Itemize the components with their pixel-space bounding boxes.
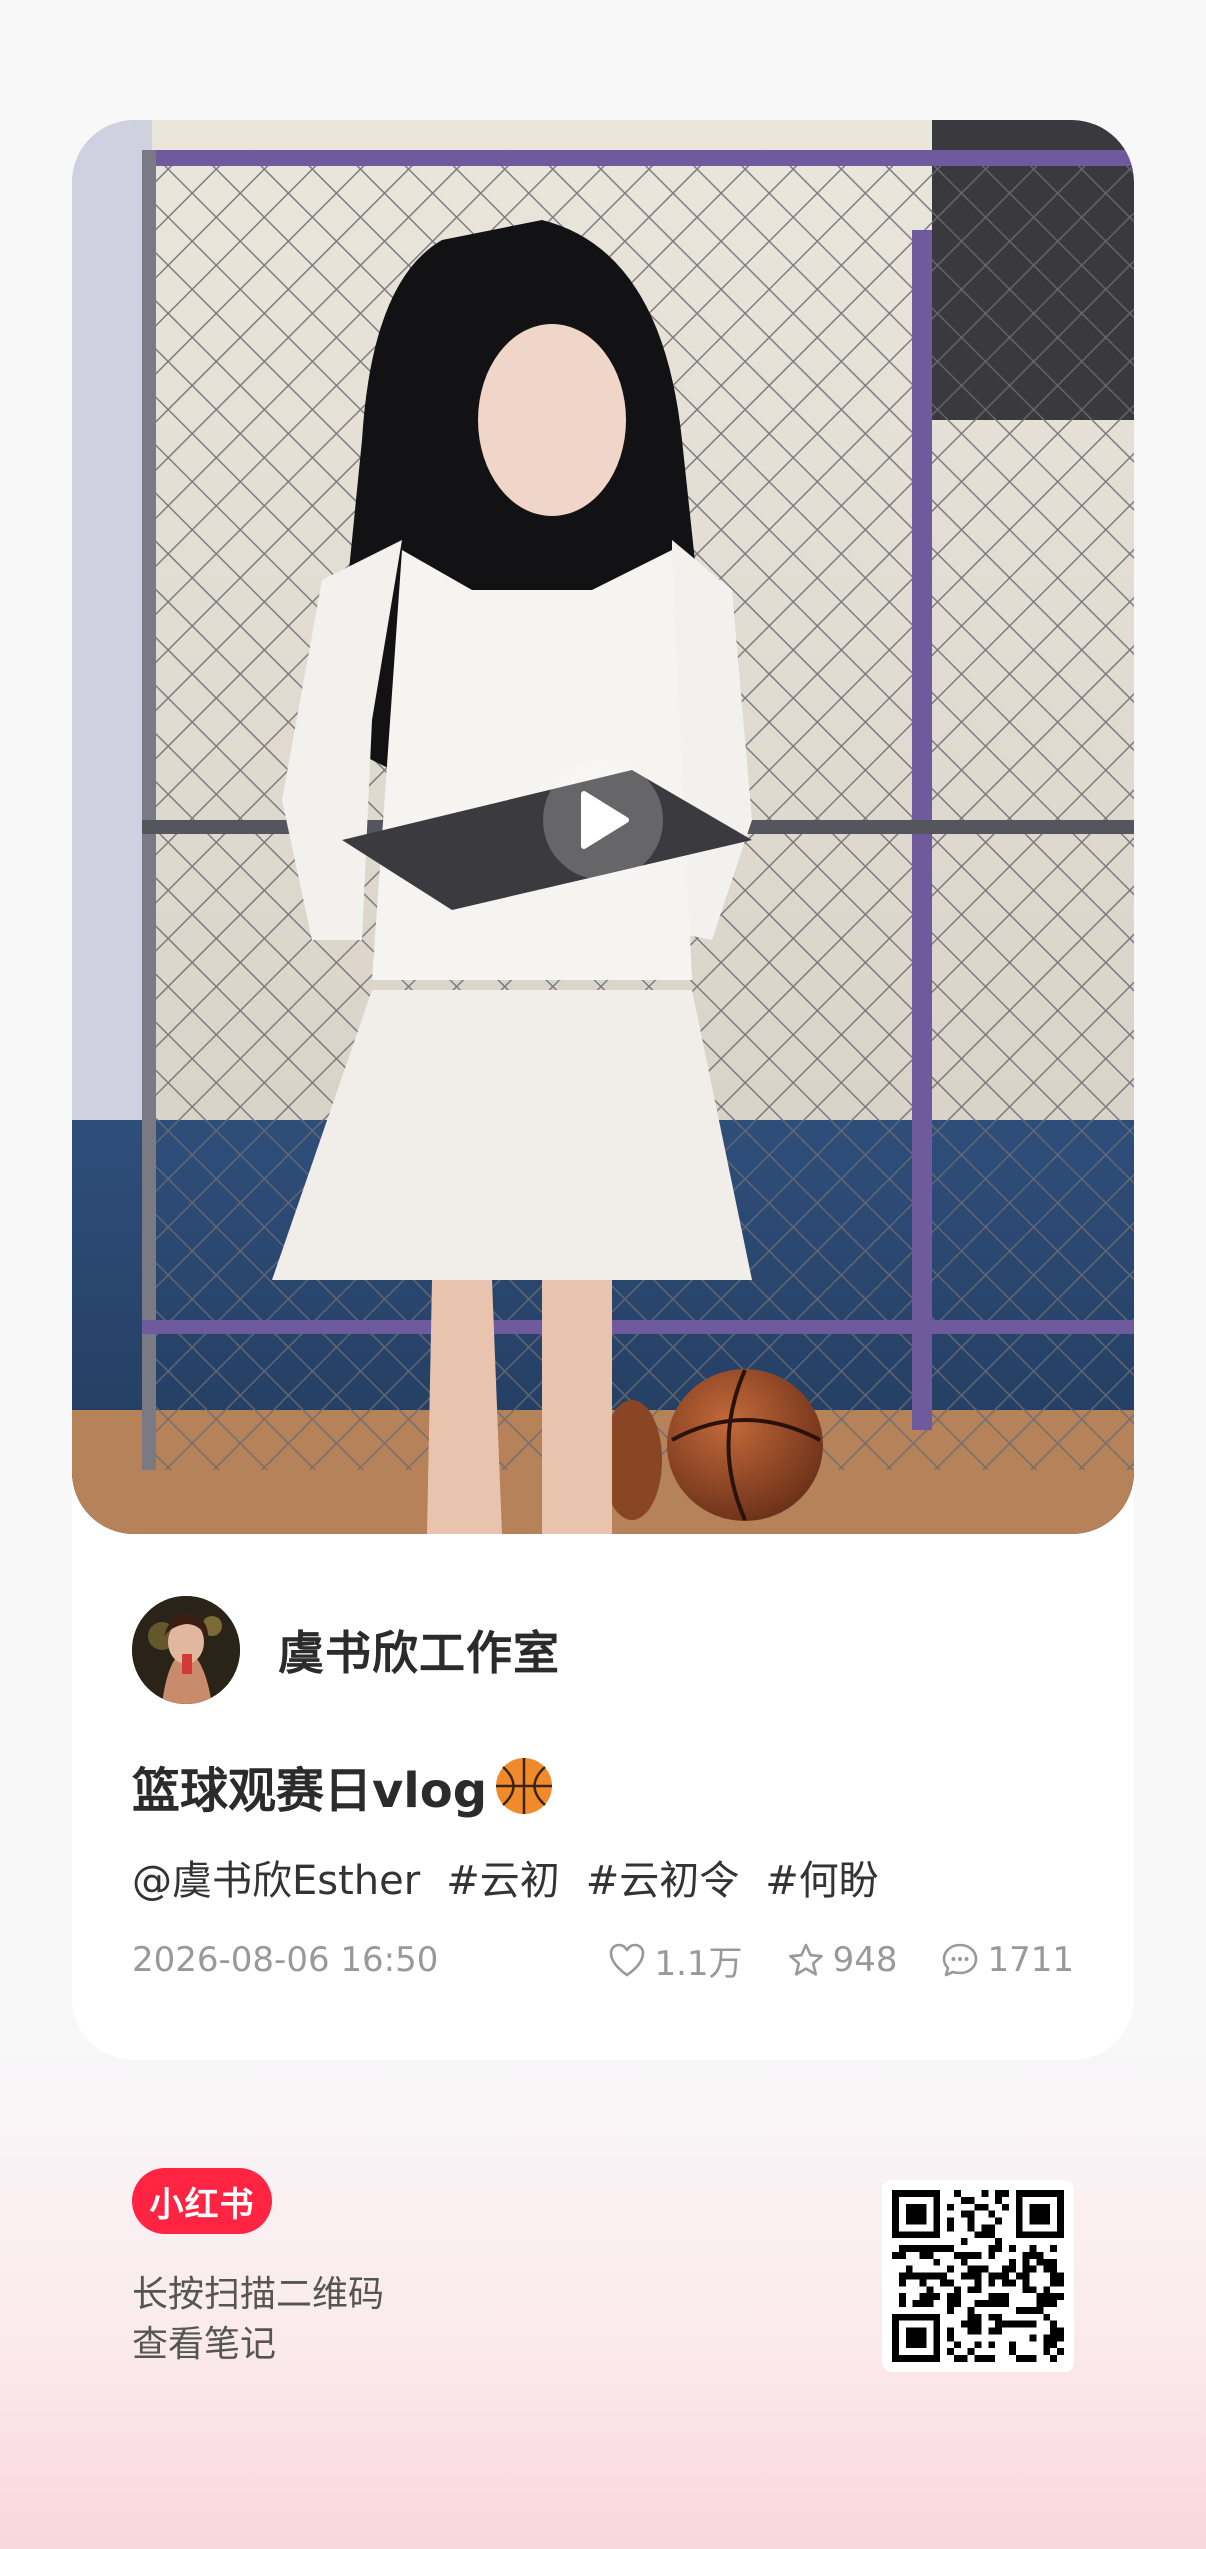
avatar-image: [132, 1596, 240, 1704]
tag-hashtag[interactable]: #云初令: [586, 1848, 740, 1906]
tag-list: @虞书欣Esther #云初 #云初令 #何盼: [132, 1842, 905, 1912]
play-icon: [581, 791, 629, 849]
comment-stat[interactable]: 1711: [941, 1940, 1074, 1980]
scan-hint-line2: 查看笔记: [132, 2324, 277, 2365]
tag-mention[interactable]: @虞书欣Esther: [132, 1848, 420, 1906]
like-stat[interactable]: 1.1万: [608, 1936, 743, 1985]
tag-hashtag[interactable]: #何盼: [765, 1848, 879, 1906]
like-count: 1.1万: [654, 1943, 743, 1984]
post-card[interactable]: 虞书欣工作室 篮球观赛日vlog @虞书欣Esther #云初 #云初令 #何盼…: [72, 120, 1134, 2060]
comment-icon: [943, 1943, 978, 1977]
stats: 1.1万 948 1711: [564, 1936, 1074, 1985]
scan-hint: 长按扫描二维码 查看笔记: [132, 2270, 384, 2370]
scan-hint-line1: 长按扫描二维码: [132, 2274, 385, 2315]
star-icon: [788, 1943, 823, 1976]
heart-icon: [610, 1943, 645, 1977]
xiaohongshu-logo: 小红书: [132, 2168, 272, 2234]
comment-count: 1711: [987, 1940, 1074, 1980]
basketball-icon: [493, 1755, 555, 1817]
play-button[interactable]: [543, 760, 663, 880]
qr-code[interactable]: [882, 2180, 1074, 2372]
collect-stat[interactable]: 948: [787, 1940, 898, 1980]
avatar[interactable]: [132, 1596, 240, 1704]
collect-count: 948: [832, 1940, 898, 1980]
post-title: 篮球观赛日vlog: [132, 1746, 555, 1826]
post-title-text: 篮球观赛日vlog: [132, 1763, 488, 1819]
meta-row: 2026-08-06 16:50 1.1万 948 1711: [132, 1930, 1074, 1990]
tag-hashtag[interactable]: #云初: [446, 1848, 560, 1906]
video-cover[interactable]: [72, 120, 1134, 1534]
post-datetime: 2026-08-06 16:50: [132, 1940, 439, 1980]
author-row[interactable]: 虞书欣工作室: [132, 1596, 560, 1704]
author-name[interactable]: 虞书欣工作室: [278, 1617, 560, 1683]
qr-code-image: [892, 2190, 1064, 2362]
